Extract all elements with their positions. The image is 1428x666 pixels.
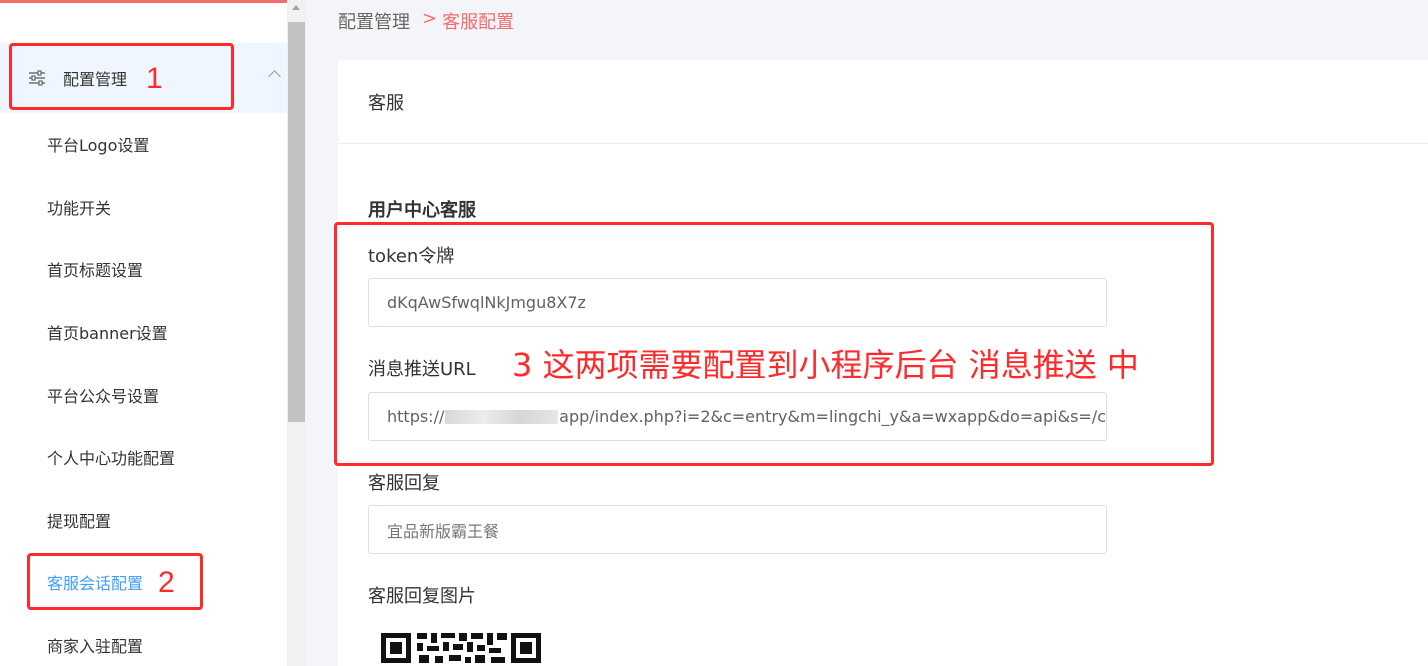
annotation-number-2: 2: [158, 566, 175, 599]
scrollbar-thumb[interactable]: [288, 22, 305, 422]
reply-image-label: 客服回复图片: [368, 586, 476, 607]
breadcrumb: 配置管理 > 客服配置: [338, 8, 514, 34]
sidebar-item-logo[interactable]: 平台Logo设置: [0, 113, 287, 176]
sidebar-item-home-title[interactable]: 首页标题设置: [0, 238, 287, 301]
chevron-up-icon[interactable]: [268, 70, 281, 83]
breadcrumb-separator: >: [422, 8, 438, 29]
sidebar-item-official-account[interactable]: 平台公众号设置: [0, 363, 287, 426]
sidebar-item-withdraw[interactable]: 提现配置: [0, 489, 287, 552]
reply-label: 客服回复: [368, 473, 440, 494]
sidebar-item-home-banner[interactable]: 首页banner设置: [0, 301, 287, 364]
sidebar-item-merchant-entry[interactable]: 商家入驻配置: [0, 614, 287, 666]
annotation-number-1: 1: [146, 62, 163, 95]
sidebar-item-user-center[interactable]: 个人中心功能配置: [0, 426, 287, 489]
breadcrumb-parent[interactable]: 配置管理: [338, 8, 410, 34]
section-title: 用户中心客服: [368, 200, 476, 221]
annotation-text-3: 3 这两项需要配置到小程序后台 消息推送 中: [512, 346, 1139, 384]
scroll-up-arrow-icon[interactable]: [292, 5, 300, 10]
card-header: 客服: [338, 60, 1428, 144]
reply-input[interactable]: 宜品新版霸王餐: [368, 505, 1107, 554]
sidebar-scrollbar[interactable]: [287, 0, 306, 666]
breadcrumb-current: 客服配置: [442, 12, 515, 33]
annotation-box-2: [27, 553, 203, 610]
reply-value: 宜品新版霸王餐: [387, 521, 500, 541]
qr-code-image[interactable]: [379, 630, 543, 666]
sidebar-item-feature-switch[interactable]: 功能开关: [0, 176, 287, 239]
annotation-box-1: [9, 43, 234, 110]
